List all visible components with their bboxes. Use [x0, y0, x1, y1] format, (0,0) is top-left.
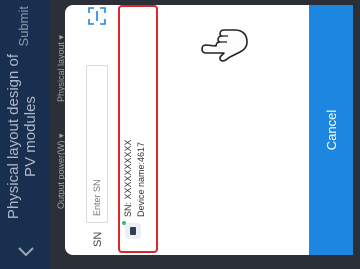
highlight-box	[118, 5, 158, 253]
chevron-back-icon[interactable]	[14, 239, 38, 263]
sn-input[interactable]	[86, 65, 108, 223]
app-screen: Physical layout design of PV modules Sub…	[0, 0, 360, 269]
sn-label: SN	[92, 231, 104, 247]
pointing-hand-icon	[201, 29, 248, 62]
scan-icon[interactable]	[85, 5, 109, 28]
page-title: Physical layout design of PV modules	[5, 53, 39, 220]
sn-search-row: SN	[83, 5, 113, 255]
app-header: Physical layout design of PV modules Sub…	[0, 0, 50, 269]
device-select-dialog: SN SN: XXXXXXXXXX Device name:4617 Cance…	[65, 5, 353, 255]
submit-button[interactable]: Submit	[16, 6, 31, 46]
cancel-button[interactable]: Cancel	[309, 5, 353, 255]
